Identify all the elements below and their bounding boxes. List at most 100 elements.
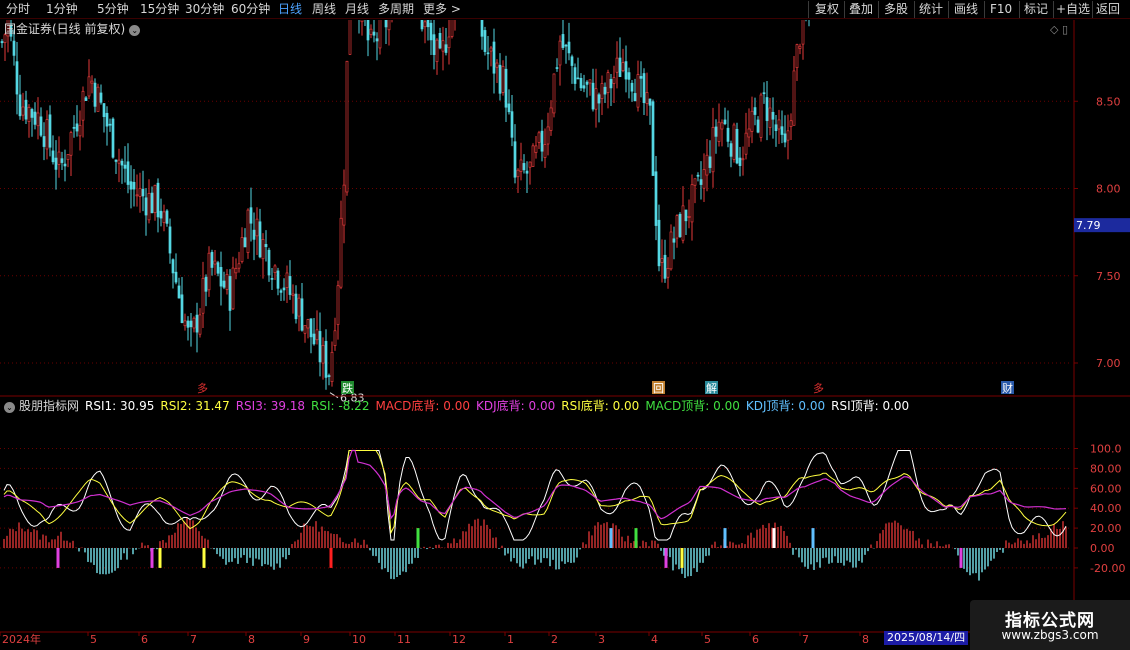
candle-body: [726, 127, 730, 142]
candle-body: [210, 251, 214, 268]
candle-body: [300, 298, 304, 331]
time-axis-label: 6: [141, 633, 148, 646]
add-watchlist-button[interactable]: +自选: [1056, 2, 1090, 17]
candle-body: [543, 144, 547, 158]
price-axis-label: 8.00: [1096, 183, 1121, 196]
watermark: 指标公式网 www.zbgs3.com: [970, 600, 1130, 650]
event-marker-label: 回: [653, 382, 664, 395]
candle-body: [213, 260, 217, 265]
candle-body: [132, 181, 136, 190]
candle-body: [708, 156, 712, 168]
indicator-axis-label: 40.00: [1090, 502, 1122, 515]
price-axis-label: 7.50: [1096, 270, 1121, 283]
f10-button[interactable]: F10: [990, 2, 1012, 17]
candle-body: [609, 79, 613, 89]
period-tab-5min[interactable]: 5分钟: [97, 2, 129, 17]
candle-body: [765, 97, 769, 121]
candle-body: [630, 82, 634, 92]
period-tab-30min[interactable]: 30分钟: [185, 2, 224, 17]
diamond-icon[interactable]: ◇: [1050, 23, 1058, 36]
candle-body: [24, 99, 28, 120]
candle-body: [342, 184, 346, 226]
back-button[interactable]: 返回: [1096, 2, 1120, 17]
candle-body: [93, 82, 97, 107]
candle-body: [675, 215, 679, 239]
candle-body: [669, 231, 673, 270]
candle-body: [501, 66, 505, 93]
candle-body: [504, 68, 508, 108]
candle-body: [801, 20, 805, 45]
period-tab-15min[interactable]: 15分钟: [140, 2, 179, 17]
candle-body: [786, 130, 790, 141]
candle-body: [174, 271, 178, 283]
indicator-value-macd-bottom: MACD底背: 0.00: [375, 399, 471, 413]
period-tab-multi[interactable]: 多周期: [378, 2, 414, 17]
candle-body: [270, 278, 274, 280]
candle-body: [312, 333, 316, 345]
candle-body: [432, 34, 436, 55]
period-tab-1min[interactable]: 1分钟: [46, 2, 78, 17]
candle-body: [57, 151, 61, 165]
stock-chart[interactable]: 10.676.83多跌回解多财 10.5010.009.509.008.508.…: [0, 20, 1130, 650]
candle-body: [321, 345, 325, 364]
indicator-axis-label: 80.00: [1090, 462, 1122, 475]
candle-body: [558, 40, 562, 66]
chevron-down-icon[interactable]: ⌄: [129, 25, 141, 36]
candle-body: [108, 123, 112, 126]
candle-body: [534, 145, 538, 153]
candle-body: [759, 94, 763, 138]
candle-body: [339, 217, 343, 288]
candle-body: [102, 103, 106, 117]
chevron-down-icon[interactable]: ⌄: [4, 402, 15, 413]
indicator-value-kdj-top: KDJ顶背: 0.00: [745, 399, 826, 413]
candle-body: [597, 94, 601, 104]
candle-body: [0, 41, 4, 44]
candle-body: [21, 106, 25, 116]
time-axis-label: 12: [452, 633, 466, 646]
candle-body: [423, 21, 427, 28]
period-tab-fenshi[interactable]: 分时: [6, 2, 30, 17]
rsi1-line: [3, 450, 1067, 541]
main-panel-title[interactable]: 国金证券(日线 前复权) ⌄: [4, 22, 141, 36]
candle-body: [255, 218, 259, 237]
period-tab-60min[interactable]: 60分钟: [231, 2, 270, 17]
period-tab-daily[interactable]: 日线: [278, 2, 302, 17]
overlay-button[interactable]: 叠加: [849, 2, 873, 17]
candle-body: [90, 80, 94, 84]
rsi3-line: [3, 449, 1067, 520]
multi-stock-button[interactable]: 多股: [884, 2, 908, 17]
candle-body: [555, 67, 559, 69]
period-tab-weekly[interactable]: 周线: [312, 2, 336, 17]
candle-body: [678, 213, 682, 237]
candle-body: [141, 188, 145, 197]
candle-body: [33, 111, 37, 125]
candle-body: [243, 237, 247, 248]
draw-line-button[interactable]: 画线: [954, 2, 978, 17]
indicator-name[interactable]: 股朋指标网: [19, 399, 79, 413]
candle-body: [111, 118, 115, 158]
candle-body: [720, 122, 724, 130]
period-tab-more[interactable]: 更多 >: [423, 2, 461, 17]
candle-body: [702, 169, 706, 189]
candle-body: [345, 60, 349, 193]
time-axis-label: 2: [551, 633, 558, 646]
adjust-button[interactable]: 复权: [815, 2, 839, 17]
candle-body: [729, 143, 733, 157]
candle-body: [483, 30, 487, 52]
mark-button[interactable]: 标记: [1024, 2, 1048, 17]
candle-body: [795, 44, 799, 68]
candle-body: [120, 160, 124, 166]
candle-body: [45, 119, 49, 150]
candle-body: [588, 79, 592, 84]
panel-toggle-icon[interactable]: ▯: [1062, 23, 1068, 36]
stock-name-label: 国金证券(日线 前复权): [4, 22, 126, 36]
stats-button[interactable]: 统计: [919, 2, 943, 17]
candle-body: [117, 159, 121, 164]
indicator-axis-label: 100.0: [1090, 443, 1122, 456]
event-marker-label: 财: [1002, 381, 1013, 395]
candle-body: [660, 258, 664, 263]
candle-body: [81, 90, 85, 121]
indicator-value-kdj-bottom: KDJ底背: 0.00: [476, 399, 556, 413]
time-axis-label: 5: [704, 633, 711, 646]
period-tab-monthly[interactable]: 月线: [345, 2, 369, 17]
